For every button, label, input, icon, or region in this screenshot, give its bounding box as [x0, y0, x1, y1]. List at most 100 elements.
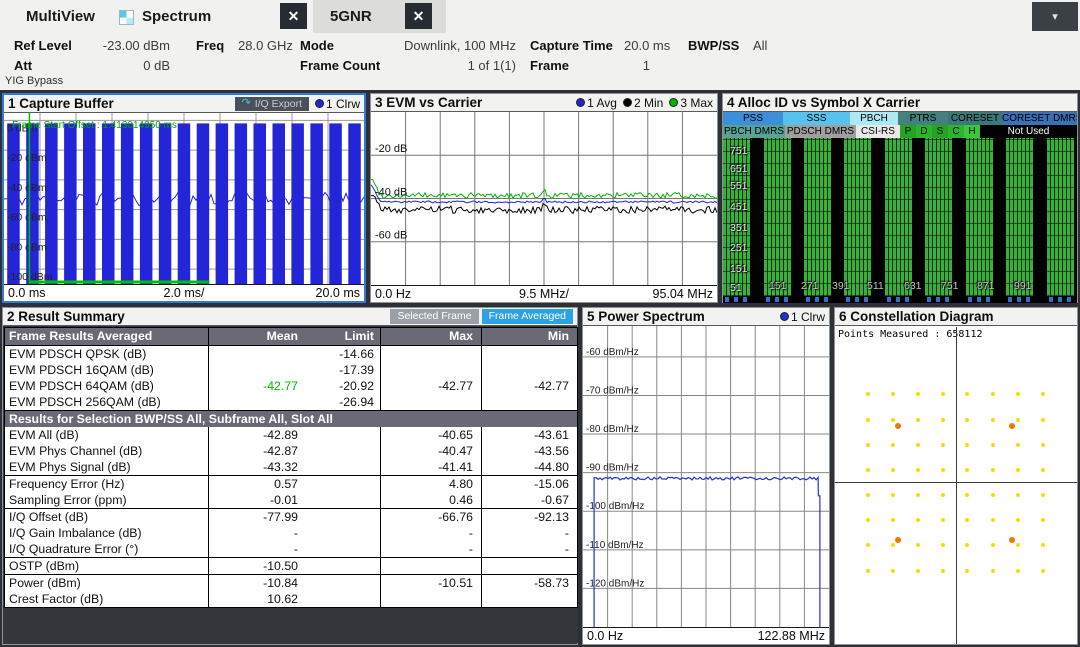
iq-export-button[interactable]: ↷ I/Q Export [235, 97, 309, 111]
power-x-axis: 0.0 Hz 122.88 MHz [583, 627, 829, 644]
constellation-point [991, 392, 995, 396]
trace-1-clrw-chip[interactable]: 1 Clrw [780, 310, 825, 324]
constellation-point [866, 443, 870, 447]
bwpss-value[interactable]: All [753, 38, 767, 53]
constellation-point [1041, 493, 1045, 497]
power-spectrum-chart[interactable]: -60 dBm/Hz-70 dBm/Hz-80 dBm/Hz-90 dBm/Hz… [583, 326, 829, 627]
trace-3-max-chip[interactable]: 3 Max [669, 96, 713, 110]
x-axis-start: 0.0 ms [8, 286, 46, 300]
constellation-point [891, 468, 895, 472]
att-value[interactable]: 0 dB [84, 58, 170, 73]
constellation-point [991, 493, 995, 497]
constellation-point [1041, 392, 1045, 396]
constellation-chart[interactable]: Points Measured : 658112 [835, 327, 1077, 644]
freq-value[interactable]: 28.0 GHz [238, 38, 293, 53]
constellation-point [1016, 493, 1020, 497]
trace-dot-icon [576, 98, 585, 107]
panel-capture-buffer[interactable]: 1 Capture Buffer ↷ I/Q Export 1 Clrw 0 d… [2, 93, 366, 303]
constellation-point [941, 418, 945, 422]
alloc-column-group [764, 138, 791, 296]
power-spectrum-title-bar: 5 Power Spectrum 1 Clrw [583, 308, 829, 326]
constellation-point [1016, 518, 1020, 522]
constellation-point [1041, 443, 1045, 447]
capture-buffer-chart[interactable]: 0 dBm-20 dBm-40 dBm-60 dBm-80 dBm-100 dB… [4, 113, 364, 284]
constellation-point [1041, 543, 1045, 547]
table-row: I/Q Gain Imbalance (dB)--- [5, 525, 577, 541]
constellation-point [965, 543, 969, 547]
constellation-point [965, 443, 969, 447]
alloc-y-label: 651 [730, 163, 748, 175]
panel-power-spectrum[interactable]: 5 Power Spectrum 1 Clrw -60 dBm/Hz-70 dB… [582, 307, 830, 645]
constellation-point [866, 392, 870, 396]
ref-level-value[interactable]: -23.00 dBm [84, 38, 170, 53]
constellation-point [916, 468, 920, 472]
tab-selected-frame[interactable]: Selected Frame [390, 309, 478, 324]
alloc-legend-row-1: PSSSSSPBCHPTRSCORESETCORESET DMRS [723, 112, 1077, 125]
alloc-bottom-mark [855, 297, 859, 302]
multiview-button[interactable]: MultiView [26, 0, 95, 33]
constellation-highlight-point [895, 423, 901, 429]
capture-time-value[interactable]: 20.0 ms [624, 38, 670, 53]
alloc-bottom-mark [734, 297, 738, 302]
trace-dot-icon [623, 98, 632, 107]
trace-dot-icon [669, 98, 678, 107]
tab-5gnr[interactable]: 5GNR ✕ [313, 0, 446, 33]
alloc-x-label: 391 [832, 280, 850, 292]
constellation-point [1016, 569, 1020, 573]
multiview-grid-icon[interactable] [119, 10, 134, 25]
tab-5gnr-label: 5GNR [330, 0, 372, 33]
alloc-y-label: 151 [730, 263, 748, 275]
constellation-point [891, 518, 895, 522]
trace-dot-icon [780, 312, 789, 321]
legend-item-c: C [948, 125, 964, 138]
constellation-q-axis [956, 327, 957, 644]
alloc-x-label: 151 [769, 280, 787, 292]
constellation-point [965, 518, 969, 522]
alloc-x-label: 631 [904, 280, 922, 292]
constellation-point [965, 569, 969, 573]
panel-title: 4 Alloc ID vs Symbol X Carrier [727, 95, 920, 110]
alloc-y-label: 51 [730, 282, 742, 294]
panel-result-summary[interactable]: 2 Result Summary Selected Frame Frame Av… [2, 307, 578, 645]
legend-item-pbch: PBCH [850, 112, 898, 125]
constellation-point [916, 443, 920, 447]
constellation-highlight-point [1009, 423, 1015, 429]
points-measured-label: Points Measured : 658112 [838, 329, 983, 340]
alloc-column-group [804, 138, 831, 296]
window-menu-button[interactable]: ▾ [1032, 2, 1078, 31]
panel-title: 5 Power Spectrum [587, 309, 705, 324]
panel-evm-vs-carrier[interactable]: 3 EVM vs Carrier 1 Avg 2 Min 3 Max -20 d… [370, 93, 718, 303]
svg-text:-60 dB: -60 dB [375, 230, 407, 242]
legend-item-pss: PSS [723, 112, 783, 125]
tab-spectrum[interactable]: Spectrum [142, 0, 211, 33]
frame-value[interactable]: 1 [560, 58, 650, 73]
close-icon: ✕ [288, 8, 300, 25]
table-row: EVM PDSCH 64QAM (dB)-42.77-20.92-42.77-4… [5, 378, 577, 394]
frame-count-value[interactable]: 1 of 1(1) [396, 58, 516, 73]
alloc-x-label: 751 [941, 280, 959, 292]
trace-1-avg-chip[interactable]: 1 Avg [576, 96, 617, 110]
trace-1-clrw-chip[interactable]: 1 Clrw [315, 97, 360, 111]
tab-frame-averaged[interactable]: Frame Averaged [482, 309, 573, 324]
mode-value[interactable]: Downlink, 100 MHz [396, 38, 516, 53]
alloc-x-label: 271 [801, 280, 819, 292]
constellation-point [941, 392, 945, 396]
panel-filler [4, 608, 578, 643]
evm-vs-carrier-chart[interactable]: -20 dB-40 dB-60 dB [371, 112, 717, 285]
panel-alloc-id[interactable]: 4 Alloc ID vs Symbol X Carrier PSSSSSPBC… [722, 93, 1078, 303]
panel-constellation[interactable]: 6 Constellation Diagram Points Measured … [834, 307, 1078, 645]
constellation-point [965, 392, 969, 396]
evm-x-axis: 0.0 Hz 9.5 MHz/ 95.04 MHz [371, 285, 717, 302]
trace-2-min-chip[interactable]: 2 Min [623, 96, 663, 110]
alloc-bottom-mark [927, 297, 931, 302]
close-spectrum-tab-button[interactable]: ✕ [280, 3, 307, 29]
table-section-row: Results for Selection BWP/SS All, Subfra… [5, 410, 577, 427]
trace-dot-icon [315, 99, 324, 108]
close-5gnr-tab-button[interactable]: ✕ [405, 3, 432, 29]
x-axis-end: 122.88 MHz [758, 629, 825, 643]
alloc-id-chart[interactable]: 7516515514513512511515115127139151163175… [723, 138, 1077, 303]
alloc-column-group [1047, 138, 1074, 296]
alloc-bottom-mark [725, 297, 729, 302]
alloc-bottom-mark [815, 297, 819, 302]
table-row: I/Q Offset (dB)-77.99-66.76-92.13 [5, 508, 577, 525]
